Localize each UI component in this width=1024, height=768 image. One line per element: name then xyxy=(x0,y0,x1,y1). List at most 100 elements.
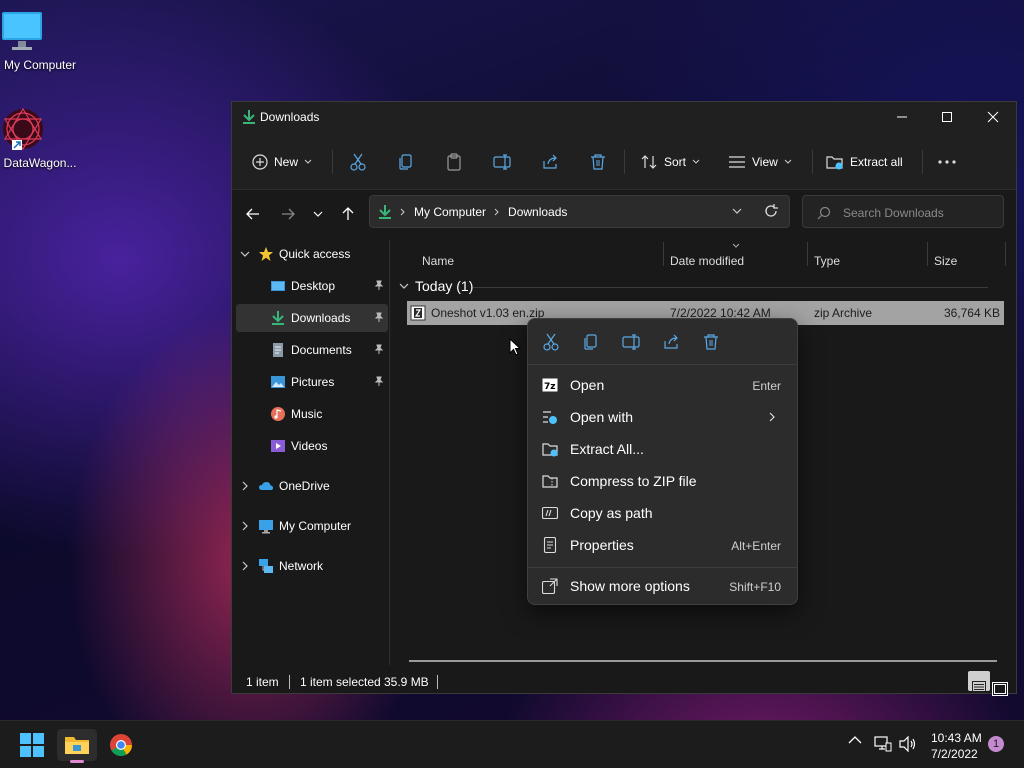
copy-button[interactable] xyxy=(397,148,415,176)
menu-item-label: Copy as path xyxy=(570,505,653,521)
sidebar-item-music[interactable]: Music xyxy=(236,400,388,428)
volume-icon[interactable] xyxy=(899,736,917,752)
extract-folder-icon xyxy=(542,441,558,457)
horizontal-scrollbar[interactable] xyxy=(409,660,997,662)
taskbar-chrome[interactable] xyxy=(101,729,141,761)
column-header-type[interactable]: Type xyxy=(814,254,840,268)
sidebar-item-label: Quick access xyxy=(279,247,351,261)
menu-item-label: Show more options xyxy=(570,578,690,594)
menu-item-copy-as-path[interactable]: Copy as path xyxy=(534,498,791,528)
selected-size: 35.9 MB xyxy=(384,675,429,689)
sidebar-item-network[interactable]: Network xyxy=(236,552,388,580)
sidebar-item-my-computer[interactable]: My Computer xyxy=(236,512,388,540)
delete-button[interactable] xyxy=(589,148,607,176)
copy-icon xyxy=(397,153,415,171)
menu-item-extract-all[interactable]: Extract All... xyxy=(534,434,791,464)
navigation-row: My Computer Downloads Search Downloads xyxy=(232,190,1016,240)
sidebar-item-quick-access[interactable]: Quick access xyxy=(236,240,388,268)
share-icon[interactable] xyxy=(662,333,680,351)
sidebar-item-label: Pictures xyxy=(291,375,335,389)
address-history-chevron-icon[interactable] xyxy=(732,208,742,214)
clock-time: 10:43 AM xyxy=(931,731,982,745)
menu-item-open[interactable]: 7z Open Enter xyxy=(534,370,791,400)
chevron-right-icon xyxy=(242,481,248,491)
back-button[interactable] xyxy=(242,203,264,225)
group-header-today[interactable]: Today (1) xyxy=(399,278,473,294)
new-button[interactable]: New xyxy=(252,148,312,176)
start-button[interactable] xyxy=(12,729,52,761)
pin-icon xyxy=(374,376,384,386)
sidebar-item-label: Music xyxy=(291,407,323,421)
sort-button[interactable]: Sort xyxy=(640,148,700,176)
details-view-button[interactable] xyxy=(968,671,990,693)
music-icon xyxy=(270,406,286,422)
cut-icon[interactable] xyxy=(542,333,560,351)
refresh-icon[interactable] xyxy=(764,204,778,218)
menu-item-compress-zip[interactable]: Compress to ZIP file xyxy=(534,466,791,496)
pin-icon xyxy=(374,312,384,322)
show-hidden-icons-chevron-icon[interactable] xyxy=(848,735,862,745)
minimize-button[interactable] xyxy=(879,102,925,132)
svg-text:7z: 7z xyxy=(544,382,556,392)
network-icon xyxy=(258,558,274,574)
plus-circle-icon xyxy=(252,154,268,170)
column-header-name[interactable]: Name xyxy=(422,254,454,268)
cut-button[interactable] xyxy=(349,148,367,176)
column-header-size[interactable]: Size xyxy=(934,254,957,268)
copy-icon[interactable] xyxy=(582,333,600,351)
sort-label: Sort xyxy=(664,155,687,169)
search-input[interactable]: Search Downloads xyxy=(802,195,1004,228)
sidebar-item-onedrive[interactable]: OneDrive xyxy=(236,472,388,500)
rename-icon[interactable] xyxy=(622,333,640,351)
sort-icon xyxy=(640,154,658,170)
recent-locations-button[interactable] xyxy=(307,203,329,225)
share-button[interactable] xyxy=(541,148,559,176)
view-button[interactable]: View xyxy=(728,148,792,176)
desktop-icon-my-computer[interactable]: My Computer xyxy=(0,10,80,72)
title-bar[interactable]: Downloads xyxy=(232,102,1016,132)
column-header-date-modified[interactable]: Date modified xyxy=(670,254,744,268)
scissors-icon xyxy=(349,153,367,171)
more-options-button[interactable] xyxy=(938,148,956,176)
pin-icon xyxy=(374,280,384,290)
taskbar-file-explorer[interactable] xyxy=(57,729,97,763)
sidebar-item-downloads[interactable]: Downloads xyxy=(236,304,388,332)
view-label: View xyxy=(752,155,778,169)
selected-count: 1 item selected xyxy=(300,675,381,689)
paste-button[interactable] xyxy=(445,148,463,176)
menu-item-properties[interactable]: Properties Alt+Enter xyxy=(534,530,791,560)
address-bar[interactable]: My Computer Downloads xyxy=(369,195,790,228)
menu-item-show-more-options[interactable]: Show more options Shift+F10 xyxy=(534,571,791,601)
command-bar: New Sort View Extract all xyxy=(232,132,1016,190)
chevron-right-icon xyxy=(242,521,248,531)
more-options-icon xyxy=(542,578,558,594)
sidebar-item-desktop[interactable]: Desktop xyxy=(236,272,388,300)
maximize-button[interactable] xyxy=(924,102,970,132)
menu-item-open-with[interactable]: Open with xyxy=(534,402,791,432)
breadcrumb-my-computer[interactable]: My Computer xyxy=(414,205,486,219)
new-label: New xyxy=(274,155,299,169)
desktop-folder-icon xyxy=(270,278,286,294)
rename-button[interactable] xyxy=(493,148,511,176)
desktop-icon-datawagon[interactable]: DataWagon... xyxy=(0,106,80,170)
sidebar-item-videos[interactable]: Videos xyxy=(236,432,388,460)
network-status-icon[interactable] xyxy=(874,736,892,752)
menu-item-label: Open with xyxy=(570,409,634,425)
list-view-icon xyxy=(728,155,746,169)
breadcrumb-downloads[interactable]: Downloads xyxy=(508,205,567,219)
close-button[interactable] xyxy=(970,102,1016,132)
delete-icon[interactable] xyxy=(702,333,720,351)
sidebar-item-documents[interactable]: Documents xyxy=(236,336,388,364)
zip-folder-icon xyxy=(542,473,558,489)
extract-all-button[interactable]: Extract all xyxy=(826,148,903,176)
forward-button[interactable] xyxy=(277,203,299,225)
copy-path-icon xyxy=(542,505,558,521)
download-icon xyxy=(378,204,392,220)
file-type: zip Archive xyxy=(814,306,873,320)
chevron-down-icon xyxy=(304,159,312,165)
menu-item-shortcut: Shift+F10 xyxy=(729,580,781,594)
clock[interactable]: 10:43 AM 7/2/2022 xyxy=(920,730,982,762)
sidebar-item-pictures[interactable]: Pictures xyxy=(236,368,388,396)
notification-badge[interactable]: 1 xyxy=(988,736,1004,752)
up-button[interactable] xyxy=(337,203,359,225)
